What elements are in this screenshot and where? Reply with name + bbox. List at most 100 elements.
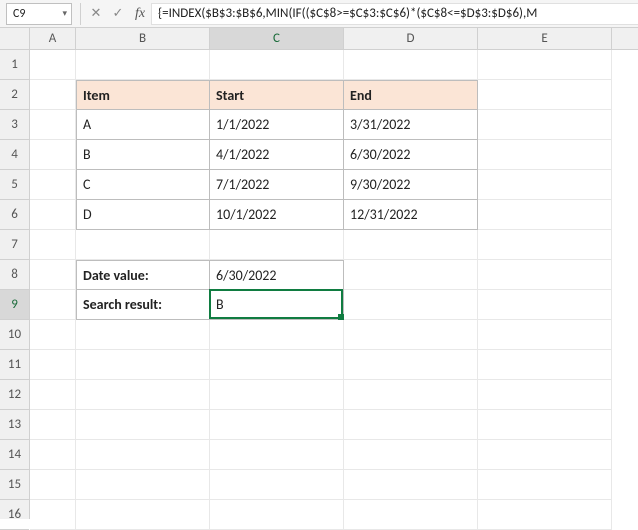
cells[interactable]: Item Start End A 1/1/2022 3/31/2022 B 4/… — [30, 50, 638, 519]
cell[interactable] — [30, 230, 76, 260]
cell[interactable] — [478, 110, 612, 140]
cell[interactable] — [344, 260, 478, 290]
row-header-2[interactable]: 2 — [0, 80, 29, 110]
row-header-15[interactable]: 15 — [0, 470, 29, 500]
cell[interactable] — [76, 320, 210, 350]
cell[interactable] — [210, 380, 344, 410]
cell[interactable] — [30, 140, 76, 170]
cell[interactable] — [478, 50, 612, 80]
table-header-item[interactable]: Item — [76, 80, 210, 110]
cell-start[interactable]: 1/1/2022 — [210, 110, 344, 140]
row-header-13[interactable]: 13 — [0, 410, 29, 440]
cell-start[interactable]: 4/1/2022 — [210, 140, 344, 170]
date-value-label[interactable]: Date value: — [76, 260, 210, 290]
col-header-D[interactable]: D — [344, 28, 478, 49]
table-header-end[interactable]: End — [344, 80, 478, 110]
cell[interactable] — [30, 470, 76, 500]
row-header-16[interactable]: 16 — [0, 500, 29, 530]
cell[interactable] — [478, 440, 612, 470]
cell[interactable] — [30, 410, 76, 440]
cell[interactable] — [210, 470, 344, 500]
select-all-corner[interactable] — [0, 28, 30, 50]
cell-item[interactable]: B — [76, 140, 210, 170]
cell[interactable] — [478, 470, 612, 500]
cell[interactable] — [344, 350, 478, 380]
cell[interactable] — [30, 110, 76, 140]
col-header-E[interactable]: E — [478, 28, 612, 49]
cell[interactable] — [76, 230, 210, 260]
cell[interactable] — [478, 230, 612, 260]
cell-start[interactable]: 7/1/2022 — [210, 170, 344, 200]
cell[interactable] — [30, 80, 76, 110]
cell[interactable] — [30, 170, 76, 200]
cell[interactable] — [76, 500, 210, 530]
cell-start[interactable]: 10/1/2022 — [210, 200, 344, 230]
cell[interactable] — [210, 500, 344, 530]
cell-end[interactable]: 6/30/2022 — [344, 140, 478, 170]
row-header-7[interactable]: 7 — [0, 230, 29, 260]
cell[interactable] — [478, 410, 612, 440]
cell[interactable] — [478, 260, 612, 290]
row-header-5[interactable]: 5 — [0, 170, 29, 200]
cell[interactable] — [344, 440, 478, 470]
row-header-8[interactable]: 8 — [0, 260, 29, 290]
row-header-12[interactable]: 12 — [0, 380, 29, 410]
cell-end[interactable]: 3/31/2022 — [344, 110, 478, 140]
cell[interactable] — [210, 410, 344, 440]
cell[interactable] — [478, 320, 612, 350]
cell[interactable] — [478, 80, 612, 110]
cell[interactable] — [30, 500, 76, 530]
cell[interactable] — [76, 50, 210, 80]
table-header-start[interactable]: Start — [210, 80, 344, 110]
cell[interactable] — [210, 230, 344, 260]
row-header-10[interactable]: 10 — [0, 320, 29, 350]
cell[interactable] — [344, 290, 478, 320]
cell[interactable] — [30, 50, 76, 80]
cancel-formula-icon[interactable]: ✕ — [85, 3, 107, 25]
cell[interactable] — [30, 440, 76, 470]
cell[interactable] — [76, 470, 210, 500]
cell[interactable] — [478, 170, 612, 200]
formula-input[interactable]: {=INDEX($B$3:$B$6,MIN(IF(($C$8>=$C$3:$C$… — [151, 3, 638, 25]
cell[interactable] — [344, 500, 478, 530]
row-header-1[interactable]: 1 — [0, 50, 29, 80]
col-header-A[interactable]: A — [30, 28, 76, 49]
cell[interactable] — [30, 320, 76, 350]
fx-icon[interactable]: fx — [129, 3, 151, 25]
cell[interactable] — [30, 350, 76, 380]
cell[interactable] — [210, 320, 344, 350]
col-header-B[interactable]: B — [76, 28, 210, 49]
row-header-11[interactable]: 11 — [0, 350, 29, 380]
cell[interactable] — [478, 140, 612, 170]
cell-item[interactable]: D — [76, 200, 210, 230]
cell[interactable] — [76, 410, 210, 440]
row-header-6[interactable]: 6 — [0, 200, 29, 230]
cell[interactable] — [344, 50, 478, 80]
cell[interactable] — [76, 350, 210, 380]
cell[interactable] — [76, 380, 210, 410]
cell-end[interactable]: 12/31/2022 — [344, 200, 478, 230]
row-header-4[interactable]: 4 — [0, 140, 29, 170]
cell[interactable] — [30, 200, 76, 230]
row-header-9[interactable]: 9 — [0, 290, 29, 320]
cell[interactable] — [210, 50, 344, 80]
cell[interactable] — [344, 410, 478, 440]
cell[interactable] — [30, 380, 76, 410]
cell[interactable] — [344, 380, 478, 410]
row-header-14[interactable]: 14 — [0, 440, 29, 470]
cell[interactable] — [478, 380, 612, 410]
cell[interactable] — [344, 470, 478, 500]
row-header-3[interactable]: 3 — [0, 110, 29, 140]
cell[interactable] — [478, 200, 612, 230]
cell[interactable] — [344, 230, 478, 260]
search-result-label[interactable]: Search result: — [76, 290, 210, 320]
cell[interactable] — [478, 350, 612, 380]
cell[interactable] — [478, 290, 612, 320]
cell-end[interactable]: 9/30/2022 — [344, 170, 478, 200]
name-box[interactable]: C9 ▾ — [6, 3, 72, 25]
cell[interactable] — [76, 440, 210, 470]
cell[interactable] — [210, 350, 344, 380]
search-result-cell[interactable]: B — [210, 290, 344, 320]
cell-item[interactable]: C — [76, 170, 210, 200]
cell[interactable] — [478, 500, 612, 530]
